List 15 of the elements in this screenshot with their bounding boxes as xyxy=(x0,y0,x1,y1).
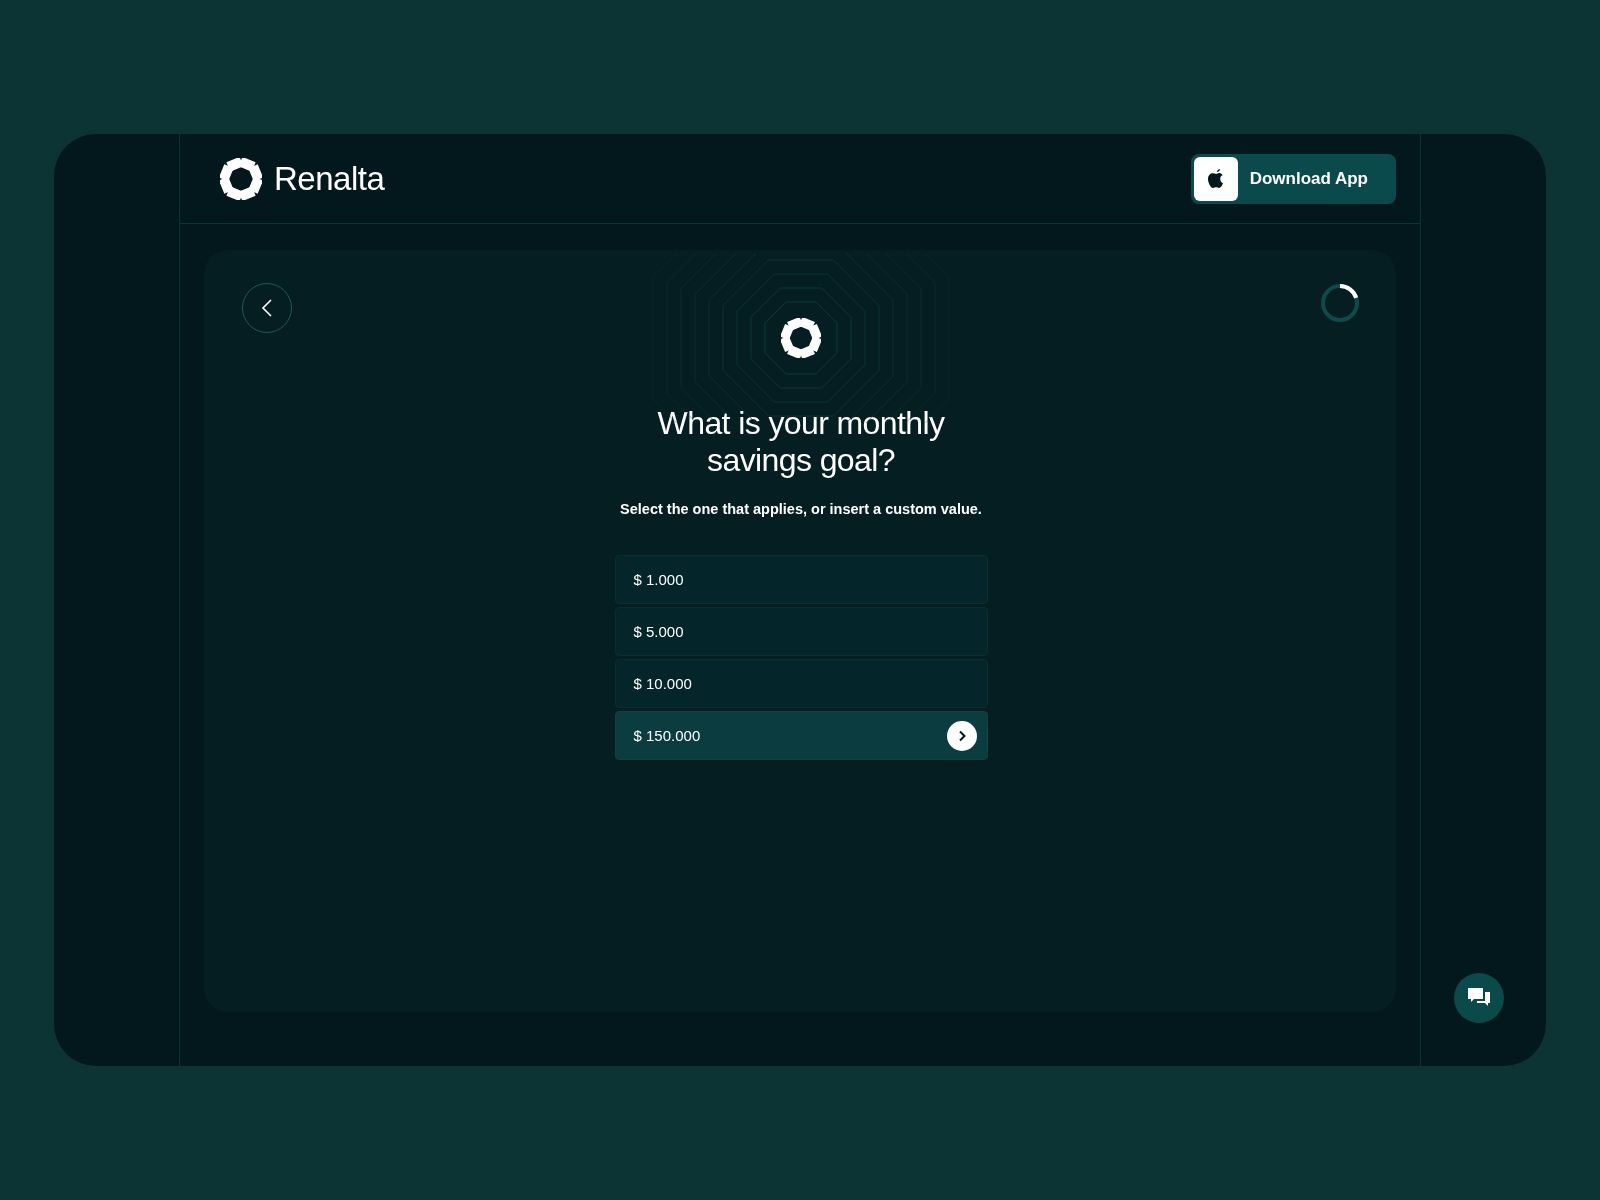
amount-option[interactable]: $ 150.000 xyxy=(614,711,988,760)
question-title: What is your monthly savings goal? xyxy=(656,405,946,479)
amount-option[interactable]: $ 10.000 xyxy=(614,659,988,708)
chevron-left-icon xyxy=(261,298,273,318)
brand-name: Renalta xyxy=(274,159,385,198)
amount-option[interactable]: $ 1.000 xyxy=(614,555,988,604)
download-app-button[interactable]: Download App xyxy=(1190,153,1396,204)
question-subtitle: Select the one that applies, or insert a custom value. xyxy=(620,501,982,517)
apple-icon xyxy=(1193,156,1238,201)
logo-icon xyxy=(220,157,262,200)
amount-option[interactable]: $ 5.000 xyxy=(614,607,988,656)
chat-button[interactable] xyxy=(1454,973,1504,1023)
chevron-right-icon xyxy=(946,720,977,751)
logo-icon xyxy=(781,318,821,358)
progress-ring xyxy=(1320,283,1360,323)
